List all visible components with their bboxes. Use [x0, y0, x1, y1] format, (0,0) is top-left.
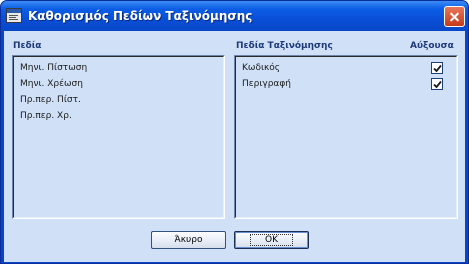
sort-item-label[interactable]: Κωδικός — [242, 63, 280, 73]
sort-fields-header: Πεδία Ταξινόμησης — [236, 41, 333, 51]
close-button[interactable] — [444, 6, 465, 27]
ascending-header: Αύξουσα — [410, 41, 454, 51]
ascending-checkbox[interactable] — [431, 78, 443, 90]
ok-button-label: OK — [250, 234, 293, 246]
list-item[interactable]: Πρ.περ. Χρ. — [20, 111, 72, 121]
checkmark-icon — [433, 64, 442, 73]
window-title: Καθορισμός Πεδίων Ταξινόμησης — [28, 9, 253, 23]
checkmark-icon — [433, 80, 442, 89]
list-item[interactable]: Μηνι. Χρέωση — [20, 79, 83, 89]
title-bar[interactable]: Καθορισμός Πεδίων Ταξινόμησης — [1, 1, 468, 31]
cancel-button[interactable]: Άκυρο — [151, 231, 226, 249]
sort-item-label[interactable]: Περιγραφή — [242, 79, 291, 89]
fields-list[interactable]: Μηνι. Πίστωση Μηνι. Χρέωση Πρ.περ. Πίστ.… — [12, 55, 225, 219]
sort-fields-list[interactable]: Κωδικός Περιγραφή — [234, 55, 458, 219]
dialog-body: Πεδία Μηνι. Πίστωση Μηνι. Χρέωση Πρ.περ.… — [4, 31, 465, 262]
ok-button[interactable]: OK — [234, 231, 309, 249]
dialog-window: Καθορισμός Πεδίων Ταξινόμησης Πεδία Μηνι… — [0, 0, 469, 264]
list-item[interactable]: Πρ.περ. Πίστ. — [20, 95, 81, 105]
list-item[interactable]: Μηνι. Πίστωση — [20, 63, 87, 73]
fields-header: Πεδία — [13, 41, 42, 51]
ascending-checkbox[interactable] — [431, 62, 443, 74]
app-icon — [6, 8, 22, 23]
